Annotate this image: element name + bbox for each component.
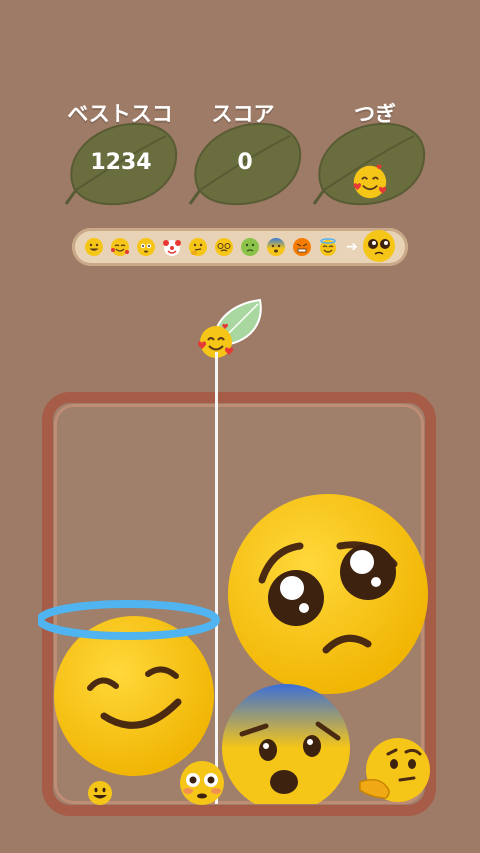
piece-smiling-face-with-halo-icon xyxy=(38,600,220,776)
grimacing-angry-face-icon xyxy=(293,238,311,256)
face-with-spiral-eyes-icon xyxy=(215,238,233,256)
next-emoji-smiling-face-with-hearts-icon xyxy=(353,164,387,199)
nauseated-face-icon xyxy=(241,238,259,256)
arrow-right-icon: ➔ xyxy=(346,239,358,255)
piece-grinning-face-icon xyxy=(88,781,112,805)
score-value: 0 xyxy=(237,150,253,175)
piece-anxious-face-icon xyxy=(222,684,350,804)
best-score-value: 1234 xyxy=(90,150,152,175)
smiling-face-with-halo-icon xyxy=(320,238,336,256)
piece-pleading-face-icon xyxy=(228,494,428,694)
clown-face-icon xyxy=(163,240,181,256)
anxious-face-icon xyxy=(267,238,285,256)
piece-thinking-face-icon xyxy=(359,738,430,802)
smiling-face-with-hearts-icon xyxy=(111,238,129,256)
goal-pleading-face-icon xyxy=(363,230,395,262)
piece-flushed-face-icon xyxy=(180,761,224,805)
flushed-face-icon xyxy=(137,238,155,256)
grinning-face-icon xyxy=(85,238,103,256)
thinking-face-icon xyxy=(189,238,207,256)
